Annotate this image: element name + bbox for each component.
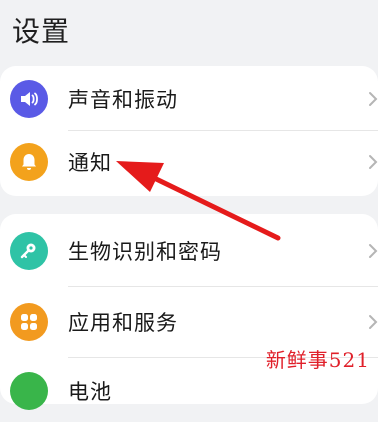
settings-item-biometrics-password[interactable]: 生物识别和密码 — [0, 220, 378, 282]
settings-item-notifications[interactable]: 通知 — [0, 131, 378, 193]
settings-item-label: 通知 — [68, 151, 112, 175]
divider — [68, 286, 378, 287]
settings-item-label: 应用和服务 — [68, 311, 178, 335]
settings-group-1: 声音和振动 通知 — [0, 66, 378, 196]
settings-item-label: 声音和振动 — [68, 88, 178, 112]
watermark: 新鲜事521 — [265, 348, 370, 372]
key-icon — [10, 232, 48, 270]
speaker-icon — [10, 80, 48, 118]
settings-item-label: 生物识别和密码 — [68, 240, 222, 264]
chevron-right-icon — [369, 155, 378, 169]
chevron-right-icon — [369, 92, 378, 106]
bell-icon — [10, 143, 48, 181]
battery-icon — [10, 372, 48, 410]
apps-grid-icon — [10, 303, 48, 341]
page-title: 设置 — [12, 15, 71, 48]
settings-item-sound-vibration[interactable]: 声音和振动 — [0, 68, 378, 130]
chevron-right-icon — [369, 315, 378, 329]
chevron-right-icon — [369, 244, 378, 258]
settings-group-2: 生物识别和密码 应用和服务 电池 — [0, 214, 378, 410]
